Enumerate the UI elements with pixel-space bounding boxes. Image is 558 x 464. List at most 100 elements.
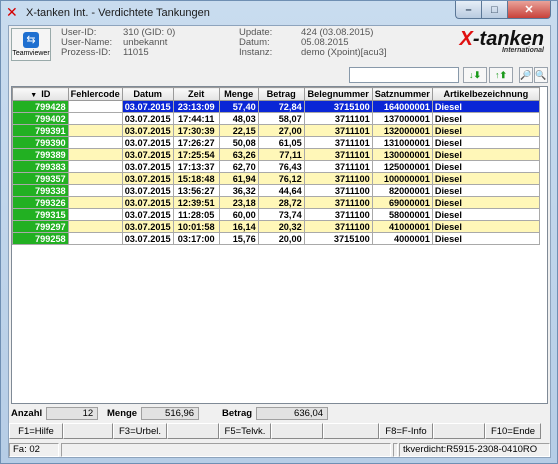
teamviewer-button[interactable]: ⇆ Teamviewer [11, 28, 51, 61]
cell-artikel: Diesel [431, 136, 540, 149]
cell-zeit: 17:30:39 [172, 124, 220, 137]
close-button[interactable]: ✕ [507, 1, 551, 19]
amount-total: Betrag 636,04 [222, 407, 329, 420]
function-key-2[interactable] [63, 423, 113, 439]
status-separator [393, 443, 398, 457]
instance-label: Instanz: [239, 47, 273, 58]
column-header-menge[interactable]: Menge [218, 87, 259, 101]
function-key-1[interactable]: F1=Hilfe [9, 423, 63, 439]
cell-betrag: 77,11 [257, 148, 305, 161]
cell-beleg: 3711101 [303, 136, 373, 149]
function-key-3[interactable]: F3=Urbel. [113, 423, 167, 439]
data-grid[interactable]: ▼ ID Fehlercode Datum Zeit Menge Betrag Belegnu… [11, 86, 548, 404]
column-header-fehlercode[interactable]: Fehlercode [67, 87, 123, 101]
table-row[interactable]: 799297 03.07.2015 10:01:58 16,14 20,32 371110… [12, 220, 540, 233]
cell-menge: 16,14 [218, 220, 259, 233]
table-row[interactable]: 799428 03.07.2015 23:13:09 57,40 72,84 371510… [12, 100, 540, 113]
cell-zeit: 03:17:00 [172, 232, 220, 245]
column-header-datum[interactable]: Datum [121, 87, 174, 101]
column-header-betrag[interactable]: Betrag [257, 87, 305, 101]
status-company: Fa: 02 [9, 443, 59, 457]
search-input[interactable] [349, 67, 459, 83]
cell-betrag: 72,84 [257, 100, 305, 113]
table-row[interactable]: 799338 03.07.2015 13:56:27 36,32 44,64 371110… [12, 184, 540, 197]
cell-id: 799326 [12, 196, 69, 209]
cell-menge: 62,70 [218, 160, 259, 173]
table-row[interactable]: 799389 03.07.2015 17:25:54 63,26 77,11 371110… [12, 148, 540, 161]
cell-artikel: Diesel [431, 208, 540, 221]
function-key-7[interactable] [323, 423, 379, 439]
cell-betrag: 20,00 [257, 232, 305, 245]
column-header-artikelbezeichnung[interactable]: Artikelbezeichnung [431, 87, 540, 101]
cell-satz: 41000001 [371, 220, 433, 233]
function-key-6[interactable] [271, 423, 323, 439]
cell-artikel: Diesel [431, 220, 540, 233]
quantity-value: 516,96 [141, 407, 200, 420]
table-row[interactable]: 799258 03.07.2015 03:17:00 15,76 20,00 371510… [12, 232, 540, 245]
column-header-id[interactable]: ▼ ID [12, 87, 69, 101]
session-info: User-ID: 310 (GID: 0) User-Name: unbekannt… [61, 28, 175, 58]
sort-descending-button[interactable]: ↑⬆ [489, 67, 513, 83]
maximize-button[interactable]: □ [481, 1, 507, 19]
cell-id: 799402 [12, 112, 69, 125]
quantity-total: Menge 516,96 [107, 407, 200, 420]
function-key-4[interactable] [167, 423, 219, 439]
table-row[interactable]: 799402 03.07.2015 17:44:11 48,03 58,07 371110… [12, 112, 540, 125]
cell-beleg: 3711101 [303, 124, 373, 137]
cell-id: 799297 [12, 220, 69, 233]
cell-datum: 03.07.2015 [121, 172, 174, 185]
cell-satz: 132000001 [371, 124, 433, 137]
cell-menge: 57,40 [218, 100, 259, 113]
minimize-button[interactable]: – [455, 1, 481, 19]
cell-zeit: 17:25:54 [172, 148, 220, 161]
sort-down-icon: ▼ [30, 92, 38, 99]
app-window: ✕ X-tanken Int. - Verdichtete Tankungen … [0, 0, 558, 464]
cell-satz: 130000001 [371, 148, 433, 161]
cell-betrag: 58,07 [257, 112, 305, 125]
column-header-satznummer[interactable]: Satznummer [371, 87, 433, 101]
cell-id: 799390 [12, 136, 69, 149]
amount-value: 636,04 [256, 407, 329, 420]
cell-beleg: 3711100 [303, 196, 373, 209]
function-key-9[interactable] [433, 423, 485, 439]
find-button[interactable]: 🔎 [519, 67, 533, 83]
count-value: 12 [46, 407, 99, 420]
table-row[interactable]: 799391 03.07.2015 17:30:39 22,15 27,00 371110… [12, 124, 540, 137]
cell-artikel: Diesel [431, 184, 540, 197]
cell-betrag: 61,05 [257, 136, 305, 149]
cell-fehlercode [67, 184, 123, 197]
cell-beleg: 3711101 [303, 112, 373, 125]
brand-logo: X-tanken International [459, 28, 544, 54]
function-key-8[interactable]: F8=F-Info [379, 423, 433, 439]
table-row[interactable]: 799357 03.07.2015 15:18:48 61,94 76,12 371110… [12, 172, 540, 185]
cell-fehlercode [67, 148, 123, 161]
teamviewer-label: Teamviewer [12, 50, 50, 57]
teamviewer-icon: ⇆ [23, 32, 39, 48]
column-header-belegnummer[interactable]: Belegnummer [303, 87, 373, 101]
client-area: ⇆ Teamviewer User-ID: 310 (GID: 0) User-N… [8, 25, 551, 458]
cell-zeit: 17:26:27 [172, 136, 220, 149]
totals-bar: Anzahl 12 Menge 516,96 Betrag 636,04 [9, 407, 550, 421]
toolbar: ↓⬇ ↑⬆ 🔎 🔍 [9, 66, 550, 86]
sort-ascending-button[interactable]: ↓⬇ [463, 67, 487, 83]
cell-satz: 69000001 [371, 196, 433, 209]
title-bar[interactable]: ✕ X-tanken Int. - Verdichtete Tankungen … [1, 1, 557, 25]
table-header-row: ▼ ID Fehlercode Datum Zeit Menge Betrag Belegnu… [12, 87, 540, 101]
function-key-10[interactable]: F10=Ende [485, 423, 541, 439]
cell-beleg: 3711100 [303, 184, 373, 197]
table-row[interactable]: 799326 03.07.2015 12:39:51 23,18 28,72 371110… [12, 196, 540, 209]
cell-zeit: 23:13:09 [172, 100, 220, 113]
function-key-5[interactable]: F5=Telvk. [219, 423, 271, 439]
cell-menge: 15,76 [218, 232, 259, 245]
table-row[interactable]: 799383 03.07.2015 17:13:37 62,70 76,43 371110… [12, 160, 540, 173]
cell-fehlercode [67, 124, 123, 137]
column-header-zeit[interactable]: Zeit [172, 87, 220, 101]
table-row[interactable]: 799390 03.07.2015 17:26:27 50,08 61,05 371110… [12, 136, 540, 149]
cell-id: 799338 [12, 184, 69, 197]
table-row[interactable]: 799315 03.07.2015 11:28:05 60,00 73,74 371110… [12, 208, 540, 221]
cell-betrag: 28,72 [257, 196, 305, 209]
cell-id: 799391 [12, 124, 69, 137]
cell-satz: 164000001 [371, 100, 433, 113]
cell-beleg: 3711100 [303, 172, 373, 185]
find-next-button[interactable]: 🔍 [534, 67, 548, 83]
